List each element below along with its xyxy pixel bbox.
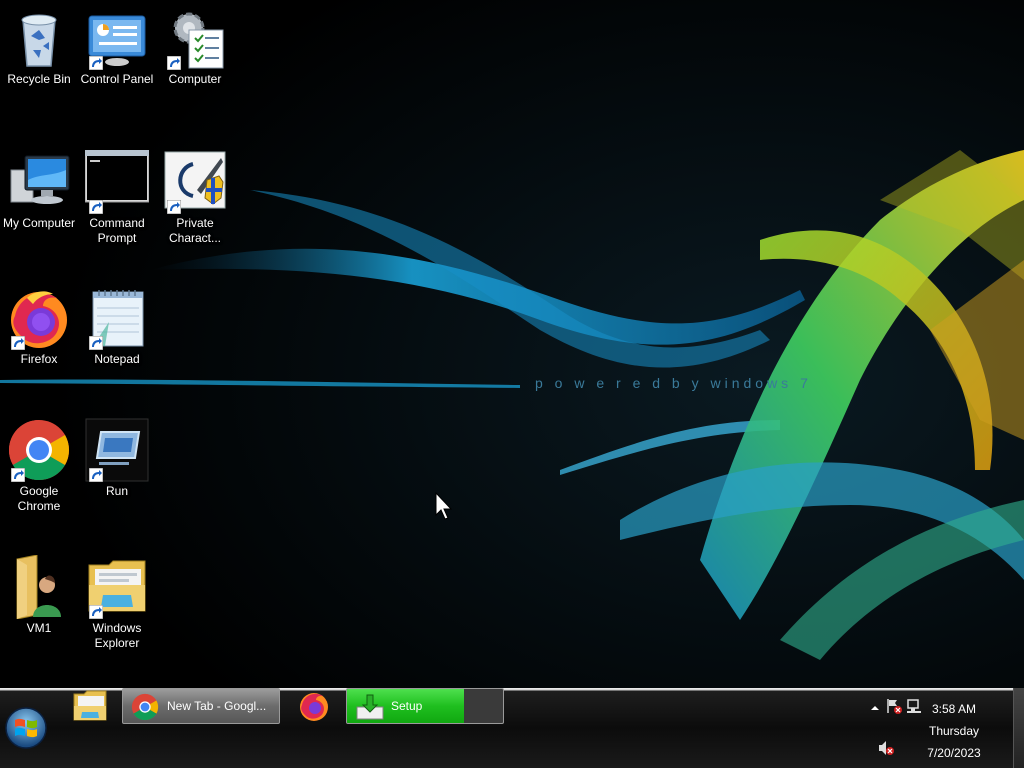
wallpaper-text: p o w e r e d b y windows 7 [535,375,812,391]
vm1-user-folder-icon[interactable]: VM1 [1,555,77,636]
windows-explorer-icon[interactable]: Windows Explorer [79,555,155,651]
clock[interactable]: 3:58 AM Thursday 7/20/2023 [914,698,994,764]
taskbar-setup-window[interactable]: Setup [346,688,504,724]
desktop-icon-label: Recycle Bin [7,72,71,86]
run-icon[interactable]: Run [79,418,155,499]
show-hidden-icons-button[interactable] [870,700,880,718]
desktop[interactable]: p o w e r e d b y windows 7 Recycle Bin [0,0,1024,768]
desktop-icon-label: Windows Explorer [92,621,142,650]
mouse-cursor-icon [435,491,455,522]
my-computer-icon[interactable]: My Computer [1,150,77,231]
desktop-icon-label: Private Charact... [168,216,222,245]
taskbar-button-label: New Tab - Googl... [167,699,267,713]
clock-day: Thursday [928,724,980,738]
volume-muted-icon[interactable] [878,740,894,761]
desktop-icon-label: My Computer [2,216,76,230]
system-tray: 3:58 AM Thursday 7/20/2023 [844,688,1024,768]
setup-installer-icon [356,694,384,720]
taskbar-chrome-window[interactable]: New Tab - Googl... [122,688,280,724]
command-prompt-icon[interactable]: Command Prompt [79,150,155,246]
google-chrome-icon[interactable]: Google Chrome [1,418,77,514]
show-desktop-button[interactable] [1013,688,1024,768]
private-character-editor-icon[interactable]: Private Charact... [157,150,233,246]
notepad-icon[interactable]: Notepad [79,286,155,367]
chevron-up-icon [871,706,879,710]
desktop-icon-label: VM1 [26,621,52,635]
desktop-icon-label: Computer [168,72,222,86]
taskbar-firefox[interactable] [294,688,334,724]
clock-time: 3:58 AM [931,702,977,716]
clock-date: 7/20/2023 [927,746,981,760]
taskbar[interactable]: New Tab - Googl... Setup 3:58 AM Thursda… [0,688,1024,768]
desktop-icon-label: Command Prompt [89,216,145,245]
firefox-icon [300,693,328,721]
taskbar-windows-explorer[interactable] [70,688,110,724]
control-panel-icon[interactable]: Control Panel [79,6,155,87]
computer-icon[interactable]: Computer [157,6,233,87]
chrome-icon [131,693,159,721]
action-center-icon[interactable] [886,698,902,719]
firefox-icon[interactable]: Firefox [1,286,77,367]
taskbar-button-label: Setup [391,699,423,713]
desktop-icon-label: Firefox [20,352,58,366]
folder-icon [73,690,107,721]
desktop-icon-label: Notepad [94,352,140,366]
recycle-bin-icon[interactable]: Recycle Bin [1,6,77,87]
desktop-icon-label: Control Panel [80,72,154,86]
desktop-icon-label: Google Chrome [17,484,61,513]
start-button[interactable] [4,706,48,750]
desktop-icon-label: Run [105,484,128,498]
